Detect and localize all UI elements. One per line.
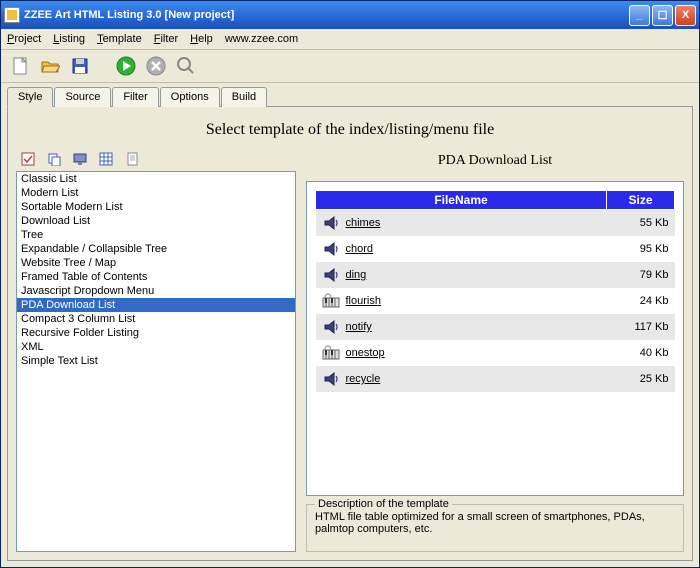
grid-icon[interactable] bbox=[98, 151, 114, 167]
file-table: FileName Size chimes 55 Kb chord 95 Kb ding 7… bbox=[315, 190, 675, 392]
file-size-cell: 40 Kb bbox=[607, 340, 675, 366]
file-name-cell: chimes bbox=[316, 210, 607, 237]
app-icon bbox=[4, 7, 20, 23]
template-item[interactable]: Recursive Folder Listing bbox=[17, 326, 295, 340]
file-name-cell: recycle bbox=[316, 366, 607, 392]
table-row: notify 117 Kb bbox=[316, 314, 675, 340]
sound-icon bbox=[322, 318, 340, 336]
minimize-button[interactable]: _ bbox=[629, 5, 650, 26]
file-name-cell: chord bbox=[316, 236, 607, 262]
file-size-cell: 55 Kb bbox=[607, 210, 675, 237]
file-link[interactable]: recycle bbox=[346, 373, 381, 385]
menubar: Project Listing Template Filter Help www… bbox=[1, 29, 699, 50]
template-list[interactable]: Classic ListModern ListSortable Modern L… bbox=[16, 171, 296, 552]
preview-title: PDA Download List bbox=[306, 149, 684, 173]
check-icon[interactable] bbox=[20, 151, 36, 167]
template-item[interactable]: Classic List bbox=[17, 172, 295, 186]
sound-icon bbox=[322, 266, 340, 284]
content-panel: Select template of the index/listing/men… bbox=[7, 106, 693, 561]
toolbar bbox=[1, 50, 699, 83]
tab-options[interactable]: Options bbox=[160, 87, 220, 107]
copy-icon[interactable] bbox=[46, 151, 62, 167]
stop-button[interactable] bbox=[143, 53, 169, 79]
template-item[interactable]: Expandable / Collapsible Tree bbox=[17, 242, 295, 256]
description-box: Description of the template HTML file ta… bbox=[306, 504, 684, 552]
monitor-icon[interactable] bbox=[72, 151, 88, 167]
file-size-cell: 95 Kb bbox=[607, 236, 675, 262]
sound-icon bbox=[322, 214, 340, 232]
file-link[interactable]: ding bbox=[346, 269, 367, 281]
file-size-cell: 24 Kb bbox=[607, 288, 675, 314]
template-pane: Classic ListModern ListSortable Modern L… bbox=[16, 149, 296, 552]
table-row: onestop 40 Kb bbox=[316, 340, 675, 366]
template-item[interactable]: Compact 3 Column List bbox=[17, 312, 295, 326]
template-item[interactable]: Website Tree / Map bbox=[17, 256, 295, 270]
template-item[interactable]: Framed Table of Contents bbox=[17, 270, 295, 284]
menu-help[interactable]: Help bbox=[190, 33, 213, 45]
tabbar: Style Source Filter Options Build bbox=[1, 83, 699, 106]
menu-url[interactable]: www.zzee.com bbox=[225, 33, 298, 45]
template-item[interactable]: Simple Text List bbox=[17, 354, 295, 368]
tab-style[interactable]: Style bbox=[7, 87, 53, 107]
new-button[interactable] bbox=[7, 53, 33, 79]
doc-icon[interactable] bbox=[124, 151, 140, 167]
table-row: flourish 24 Kb bbox=[316, 288, 675, 314]
file-link[interactable]: chimes bbox=[346, 217, 381, 229]
close-button[interactable]: X bbox=[675, 5, 696, 26]
menu-template[interactable]: Template bbox=[97, 33, 142, 45]
preview-button[interactable] bbox=[173, 53, 199, 79]
table-row: chord 95 Kb bbox=[316, 236, 675, 262]
col-filename: FileName bbox=[316, 191, 607, 210]
sound-icon bbox=[322, 240, 340, 258]
tab-source[interactable]: Source bbox=[54, 87, 111, 107]
window-title: ZZEE Art HTML Listing 3.0 [New project] bbox=[24, 9, 234, 21]
template-item[interactable]: Javascript Dropdown Menu bbox=[17, 284, 295, 298]
menu-project[interactable]: Project bbox=[7, 33, 41, 45]
description-text: HTML file table optimized for a small sc… bbox=[315, 511, 675, 535]
menu-filter[interactable]: Filter bbox=[154, 33, 178, 45]
save-button[interactable] bbox=[67, 53, 93, 79]
preview-pane: PDA Download List FileName Size chimes 55… bbox=[306, 149, 684, 552]
file-name-cell: notify bbox=[316, 314, 607, 340]
file-name-cell: ding bbox=[316, 262, 607, 288]
file-name-cell: onestop bbox=[316, 340, 607, 366]
table-row: ding 79 Kb bbox=[316, 262, 675, 288]
file-size-cell: 25 Kb bbox=[607, 366, 675, 392]
description-legend: Description of the template bbox=[315, 498, 452, 510]
maximize-button[interactable]: ☐ bbox=[652, 5, 673, 26]
template-item[interactable]: Modern List bbox=[17, 186, 295, 200]
file-link[interactable]: notify bbox=[346, 321, 372, 333]
template-item[interactable]: Sortable Modern List bbox=[17, 200, 295, 214]
table-row: recycle 25 Kb bbox=[316, 366, 675, 392]
template-item[interactable]: Download List bbox=[17, 214, 295, 228]
file-link[interactable]: onestop bbox=[346, 347, 385, 359]
preview-box: FileName Size chimes 55 Kb chord 95 Kb ding 7… bbox=[306, 181, 684, 496]
menu-listing[interactable]: Listing bbox=[53, 33, 85, 45]
titlebar: ZZEE Art HTML Listing 3.0 [New project] … bbox=[1, 1, 699, 29]
file-size-cell: 117 Kb bbox=[607, 314, 675, 340]
template-item[interactable]: Tree bbox=[17, 228, 295, 242]
page-heading: Select template of the index/listing/men… bbox=[16, 115, 684, 149]
open-button[interactable] bbox=[37, 53, 63, 79]
go-button[interactable] bbox=[113, 53, 139, 79]
file-size-cell: 79 Kb bbox=[607, 262, 675, 288]
midi-icon bbox=[322, 344, 340, 362]
file-link[interactable]: chord bbox=[346, 243, 374, 255]
tab-build[interactable]: Build bbox=[221, 87, 267, 107]
file-name-cell: flourish bbox=[316, 288, 607, 314]
table-row: chimes 55 Kb bbox=[316, 210, 675, 237]
app-window: ZZEE Art HTML Listing 3.0 [New project] … bbox=[0, 0, 700, 568]
midi-icon bbox=[322, 292, 340, 310]
col-size: Size bbox=[607, 191, 675, 210]
tab-filter[interactable]: Filter bbox=[112, 87, 158, 107]
file-link[interactable]: flourish bbox=[346, 295, 381, 307]
template-actions bbox=[16, 149, 296, 171]
template-item[interactable]: PDA Download List bbox=[17, 298, 295, 312]
sound-icon bbox=[322, 370, 340, 388]
template-item[interactable]: XML bbox=[17, 340, 295, 354]
